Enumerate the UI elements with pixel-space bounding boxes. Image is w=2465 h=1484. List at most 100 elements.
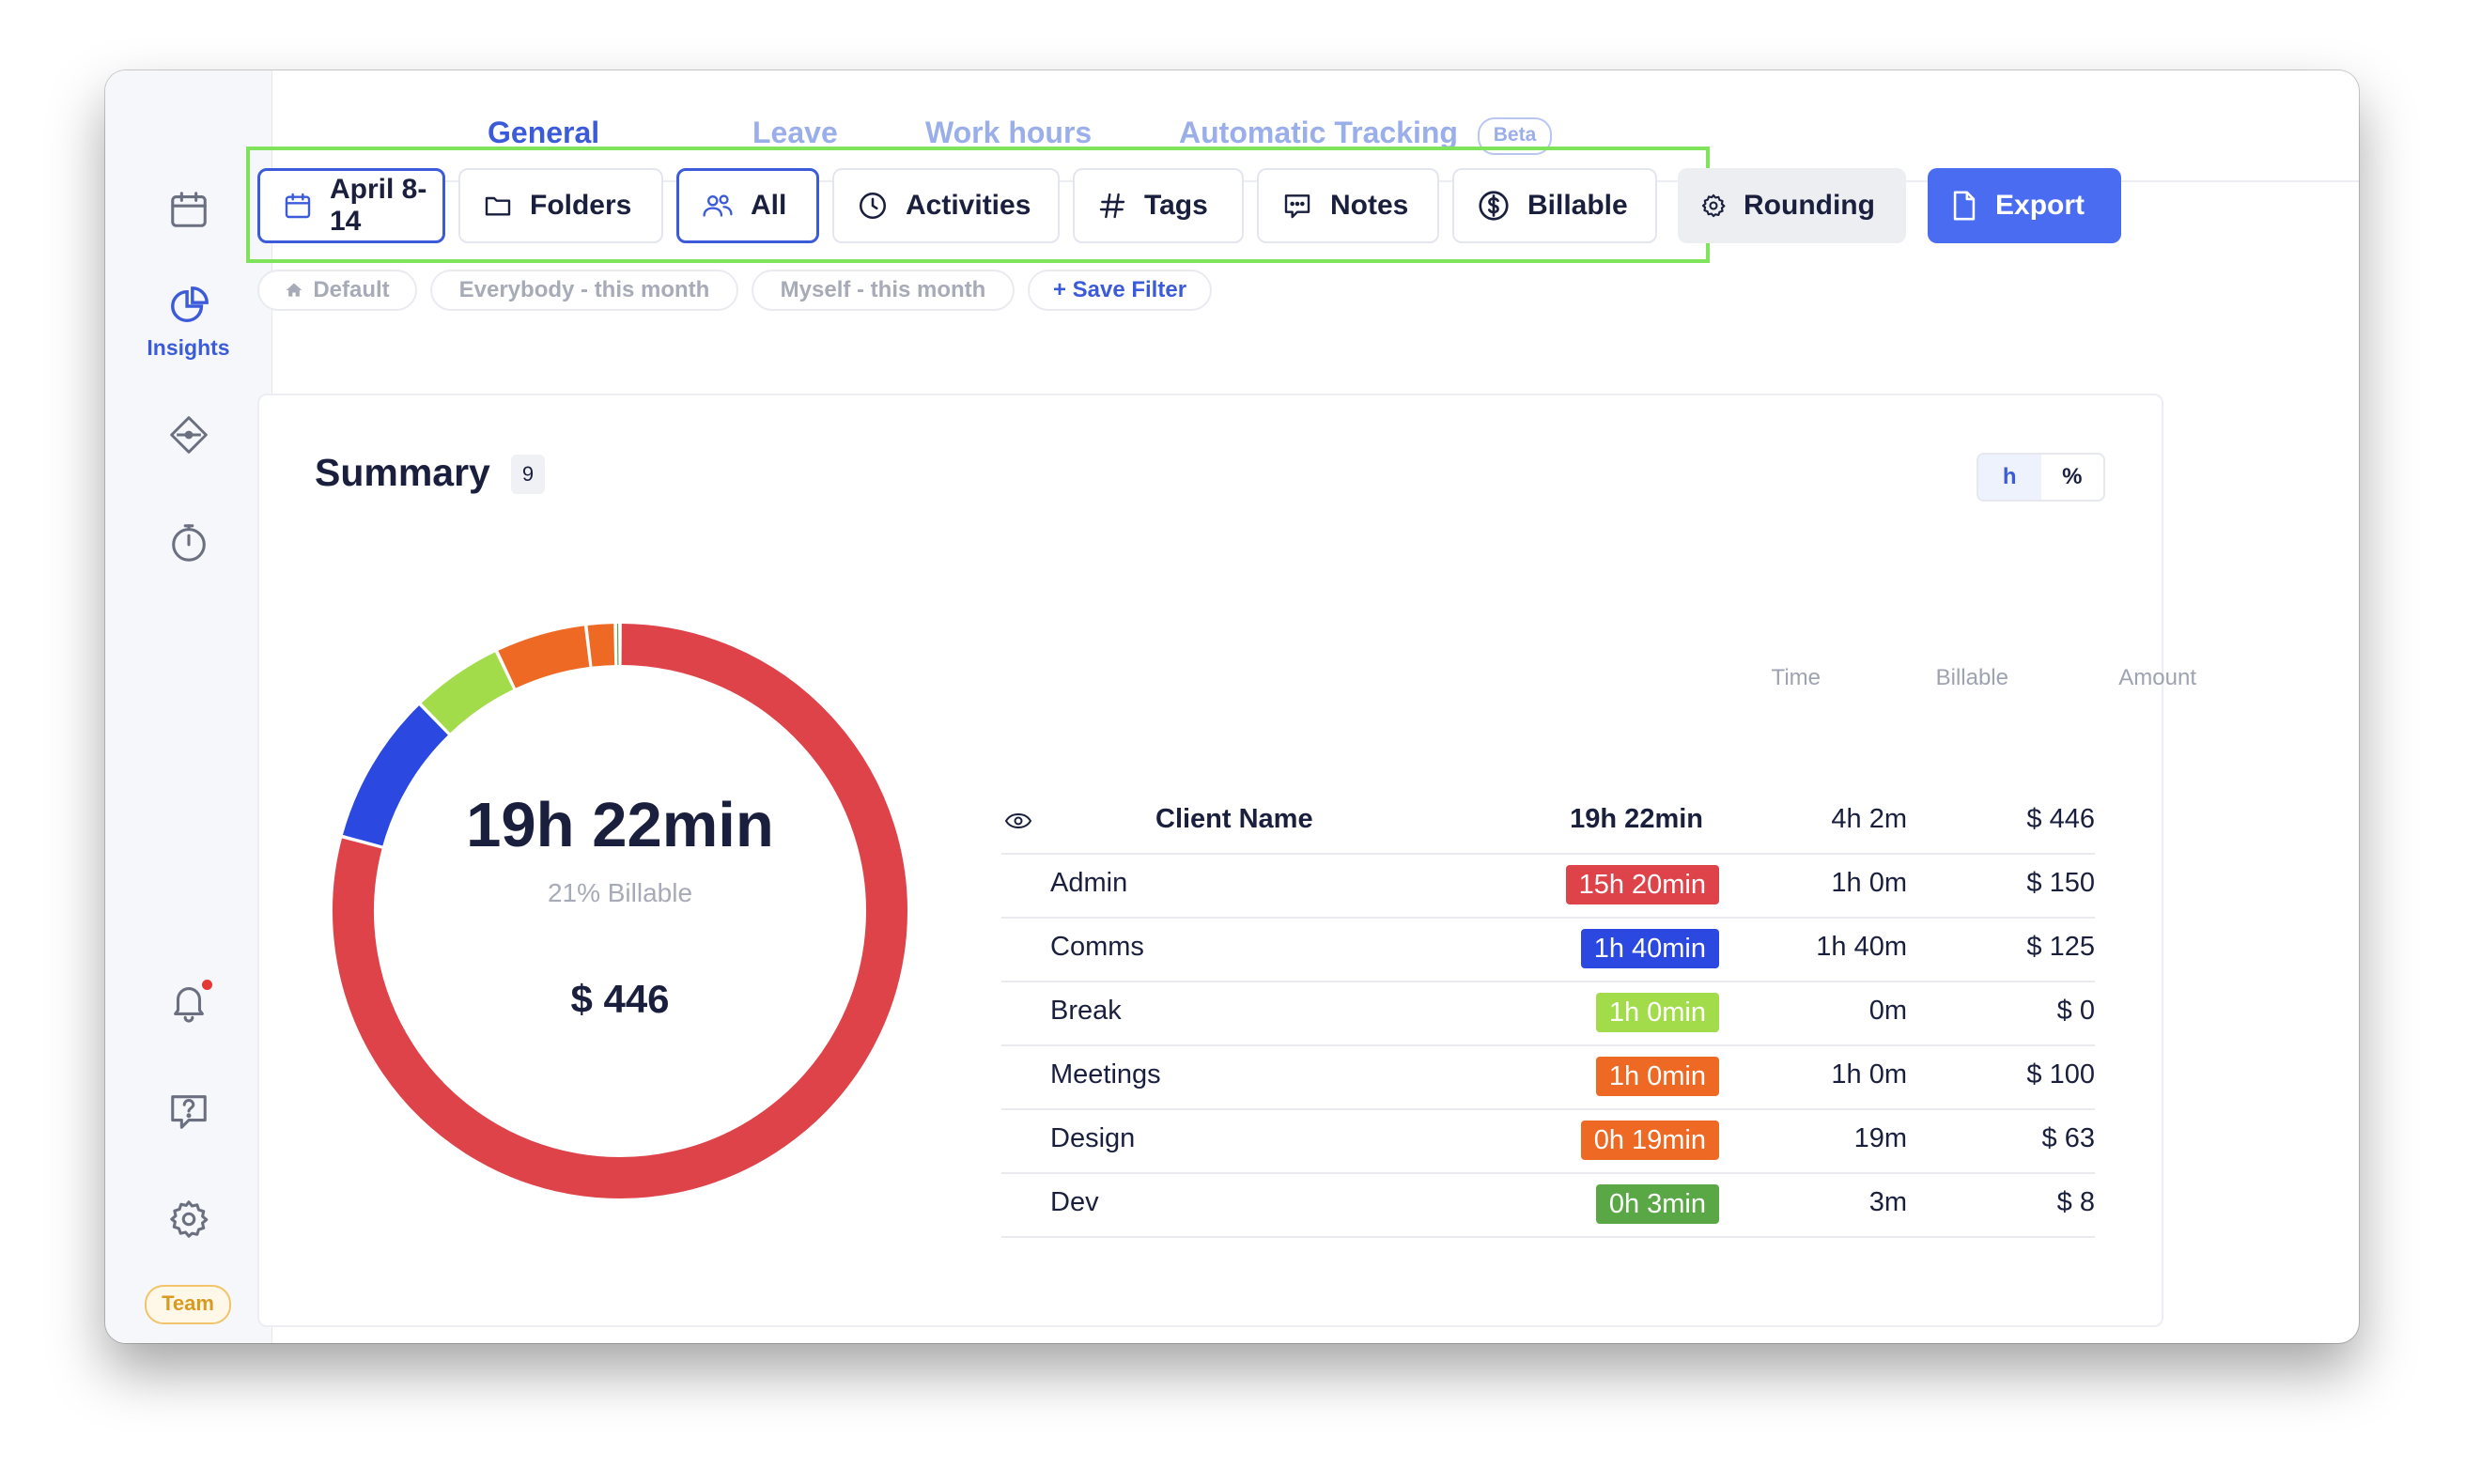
help-chat-icon [170,1095,207,1129]
donut-slice-comms[interactable] [342,705,449,846]
folder-icon [485,196,511,216]
calendar-icon [285,193,311,219]
sidebar-item-notifications[interactable] [105,980,271,1023]
donut-slice-break[interactable] [421,652,514,734]
folders-label: Folders [530,190,632,221]
row-time-pill: 0h 3min [1595,1184,1719,1224]
row-amount: $ 0 [2056,996,2095,1026]
donut-slice-design[interactable] [587,624,615,667]
people-filter-button[interactable]: All [676,168,819,243]
row-time-pill: 15h 20min [1565,865,1719,904]
row-amount: $ 63 [2041,1123,2095,1153]
sidebar-item-insights[interactable]: Insights [105,285,271,361]
group-billable: 4h 2m [1831,804,1907,834]
column-header-amount[interactable]: Amount [2118,665,2196,691]
activities-label: Activities [906,190,1031,221]
document-icon [1953,191,1976,221]
unit-toggle: h % [1977,453,2105,502]
row-amount: $ 100 [2026,1059,2095,1090]
saved-filter-myself[interactable]: Myself - this month [752,270,1015,311]
row-name: Comms [1050,932,1144,962]
sidebar-item-help[interactable] [105,1090,271,1133]
row-amount: $ 150 [2026,868,2095,898]
tags-label: Tags [1144,190,1208,221]
date-range-button[interactable]: April 8-14 [257,168,445,243]
export-button[interactable]: Export [1928,168,2121,243]
calendar-icon [170,192,207,227]
saved-filter-everybody[interactable]: Everybody - this month [430,270,738,311]
donut-total-amount: $ 446 [570,977,670,1021]
donut-chart [333,624,907,1198]
export-label: Export [1995,190,2085,221]
row-billable: 1h 0m [1831,868,1907,898]
sidebar-item-tags[interactable] [105,414,271,456]
summary-title: Summary [315,451,490,494]
sidebar-item-label: Insights [147,335,230,360]
table-row[interactable]: Dev 0h 3min 3m $ 8 [1001,1172,2095,1238]
table-row[interactable]: Break 1h 0min 0m $ 0 [1001,981,2095,1046]
saved-filter-label: Myself - this month [780,277,986,302]
table-row[interactable]: Admin 15h 20min 1h 0m $ 150 [1001,853,2095,919]
row-billable: 19m [1853,1123,1907,1153]
group-amount: $ 446 [2026,804,2095,834]
date-range-label: April 8-14 [330,174,427,237]
notes-label: Notes [1330,190,1409,221]
row-time-pill: 1h 0min [1595,1057,1719,1096]
row-name: Dev [1050,1187,1099,1217]
row-billable: 3m [1868,1187,1907,1217]
hashtag-icon [1099,193,1125,219]
sidebar-item-timer[interactable] [105,521,271,564]
tab-leave[interactable]: Leave [752,116,838,150]
column-header-time[interactable]: Time [1772,665,1821,691]
tab-general[interactable]: General [488,116,599,150]
row-time-pill: 1h 40min [1580,929,1719,968]
table-group-row[interactable]: Client Name 19h 22min 4h 2m $ 446 [1001,789,2095,855]
row-billable: 1h 40m [1816,932,1907,962]
toggle-hours[interactable]: h [1978,455,2041,500]
saved-filter-label: Default [313,277,390,302]
home-icon [286,283,302,297]
row-time-pill: 0h 19min [1580,1121,1719,1160]
sidebar-item-settings[interactable] [105,1198,271,1241]
clock-icon [859,192,887,220]
rounding-button[interactable]: Rounding [1678,168,1906,243]
column-header-billable[interactable]: Billable [1936,665,2008,691]
billable-filter-button[interactable]: Billable [1452,168,1657,243]
row-name: Meetings [1050,1059,1161,1090]
donut-slice-meetings[interactable] [498,626,590,688]
donut-billable-percent: 21% Billable [547,878,693,907]
notes-filter-button[interactable]: Notes [1257,168,1439,243]
row-billable: 1h 0m [1831,1059,1907,1090]
tags-filter-button[interactable]: Tags [1073,168,1244,243]
tag-diamond-icon [169,416,208,454]
tab-automatic-tracking[interactable]: Automatic Tracking [1179,116,1458,150]
row-name: Design [1050,1123,1136,1153]
people-label: All [751,190,787,221]
eye-icon[interactable] [1004,812,1032,830]
saved-filter-default[interactable]: Default [257,270,417,311]
row-billable: 0m [1868,996,1907,1026]
dollar-circle-icon [1479,191,1509,221]
users-icon [703,194,733,217]
folders-filter-button[interactable]: Folders [458,168,663,243]
save-filter-button[interactable]: + Save Filter [1028,270,1212,311]
toggle-percent[interactable]: % [2041,455,2104,500]
notes-chat-icon [1284,194,1310,219]
row-amount: $ 125 [2026,932,2095,962]
table-row[interactable]: Meetings 1h 0min 1h 0m $ 100 [1001,1044,2095,1110]
group-time: 19h 22min [1570,804,1703,834]
saved-filter-label: Everybody - this month [458,277,710,302]
row-time-pill: 1h 0min [1595,993,1719,1032]
table-row[interactable]: Design 0h 19min 19m $ 63 [1001,1108,2095,1174]
summary-count-badge: 9 [511,455,545,494]
table-row[interactable]: Comms 1h 40min 1h 40m $ 125 [1001,917,2095,982]
group-name: Client Name [1155,804,1313,834]
rounding-label: Rounding [1744,190,1875,221]
notification-dot [202,980,212,990]
gear-icon [1701,193,1726,218]
tab-work-hours[interactable]: Work hours [925,116,1092,150]
row-amount: $ 8 [2056,1187,2095,1217]
row-name: Admin [1050,868,1128,898]
activities-filter-button[interactable]: Activities [832,168,1060,243]
team-badge[interactable]: Team [145,1285,231,1324]
